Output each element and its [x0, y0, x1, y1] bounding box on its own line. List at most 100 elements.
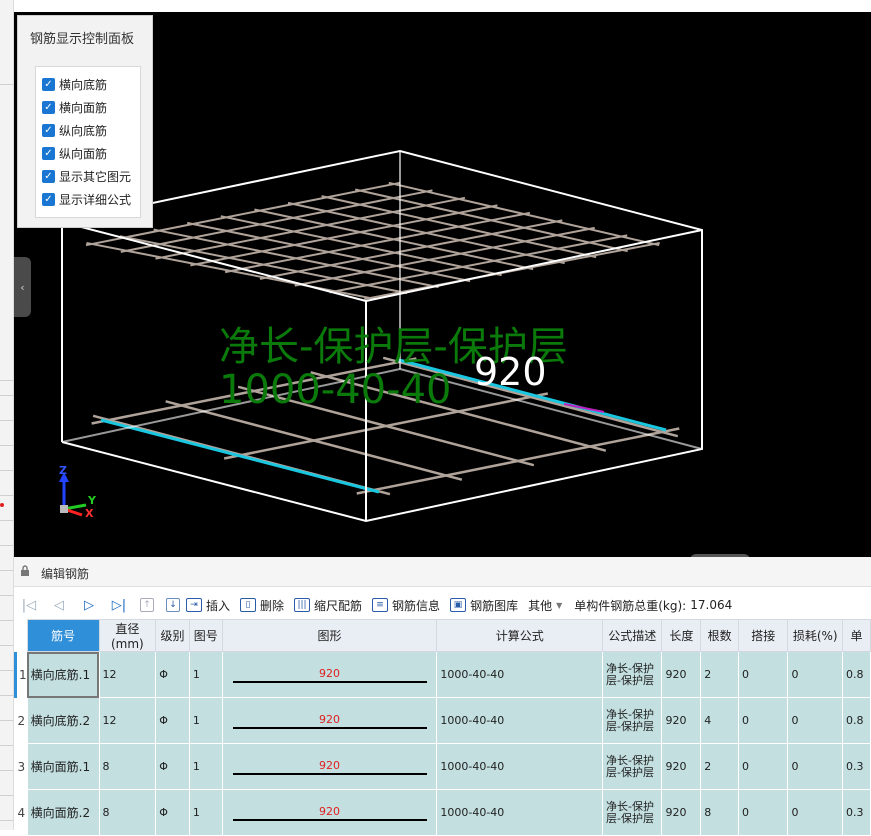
column-header[interactable]: 图号: [188, 619, 223, 652]
loss-cell[interactable]: 0: [787, 651, 843, 698]
loss-cell[interactable]: 0: [787, 789, 843, 836]
diameter-cell[interactable]: 8: [98, 743, 157, 790]
column-header[interactable]: 筋号: [26, 619, 100, 652]
formula-cell[interactable]: 1000-40-40: [436, 789, 604, 836]
column-header[interactable]: 单: [842, 619, 871, 652]
move-down-icon[interactable]: ↓: [166, 598, 180, 612]
last-record-icon[interactable]: ▷|: [104, 598, 134, 613]
formula-cell[interactable]: 1000-40-40: [436, 697, 604, 744]
checkbox-checked-icon[interactable]: ✓: [42, 123, 55, 137]
column-header[interactable]: 搭接: [737, 619, 789, 652]
option-show-detailed-formula[interactable]: ✓ 显示详细公式: [42, 191, 131, 207]
axis-z-label: Z: [59, 464, 67, 477]
column-header[interactable]: 根数: [700, 619, 739, 652]
collapse-panel-button[interactable]: ‹: [14, 257, 31, 317]
count-cell[interactable]: 2: [700, 651, 739, 698]
unit-cell[interactable]: 0.8: [842, 697, 871, 744]
loss-cell[interactable]: 0: [787, 743, 843, 790]
shape-cell[interactable]: 920: [221, 651, 438, 698]
column-header[interactable]: 图形: [221, 619, 438, 652]
axis-gizmo: [59, 472, 87, 517]
fig-cell[interactable]: 1: [188, 789, 223, 836]
rebar-info-button[interactable]: ≡ 钢筋信息: [372, 597, 440, 614]
name-cell[interactable]: 横向底筋.2: [26, 697, 100, 744]
lap-cell[interactable]: 0: [737, 651, 789, 698]
row-number[interactable]: 3: [15, 743, 28, 790]
fig-cell[interactable]: 1: [188, 743, 223, 790]
column-header[interactable]: 长度: [661, 619, 702, 652]
3d-viewport[interactable]: Z Y X 净长-保护层-保护层 1000-40-40 920 ‹ 钢筋显示控制…: [14, 12, 871, 557]
diameter-cell[interactable]: 12: [98, 697, 157, 744]
scale-rebar-button[interactable]: ||| 缩尺配筋: [294, 597, 362, 614]
length-cell[interactable]: 920: [661, 697, 702, 744]
column-header[interactable]: 直径(mm): [98, 619, 157, 652]
desc-cell[interactable]: 净长-保护层-保护层: [602, 743, 663, 790]
formula-cell[interactable]: 1000-40-40: [436, 743, 604, 790]
unit-cell[interactable]: 0.3: [842, 789, 871, 836]
name-cell[interactable]: 横向面筋.1: [26, 743, 100, 790]
unit-cell[interactable]: 0.8: [842, 651, 871, 698]
move-up-icon[interactable]: ↑: [140, 598, 154, 612]
fig-cell[interactable]: 1: [188, 651, 223, 698]
other-dropdown[interactable]: 其他 ▼: [528, 597, 562, 614]
option-horizontal-bottom-rebar[interactable]: ✓ 横向底筋: [42, 76, 107, 92]
rebar-library-button[interactable]: ▣ 钢筋图库: [450, 597, 518, 614]
table-row[interactable]: 3 横向面筋.1 8 Φ 1 920 1000-40-40 净长-保护层-保护层 920 2 0 0 0…: [15, 743, 871, 790]
diameter-cell[interactable]: 12: [98, 651, 157, 698]
highlight-rebar-front[interactable]: [100, 418, 380, 494]
table-row[interactable]: 1 横向底筋.1 12 Φ 1 920 1000-40-40 净长-保护层-保护层 920 2 0 0…: [14, 651, 871, 698]
lock-icon[interactable]: [20, 565, 30, 577]
first-record-icon[interactable]: |◁: [14, 598, 44, 613]
grade-cell[interactable]: Φ: [155, 697, 190, 744]
grade-cell[interactable]: Φ: [155, 651, 190, 698]
option-vertical-bottom-rebar[interactable]: ✓ 纵向底筋: [42, 122, 107, 138]
lap-cell[interactable]: 0: [737, 743, 789, 790]
checkbox-checked-icon[interactable]: ✓: [42, 169, 55, 183]
grade-cell[interactable]: Φ: [155, 743, 190, 790]
desc-cell[interactable]: 净长-保护层-保护层: [602, 789, 663, 836]
length-cell[interactable]: 920: [661, 789, 702, 836]
count-cell[interactable]: 2: [700, 743, 739, 790]
fig-cell[interactable]: 1: [188, 697, 223, 744]
checkbox-checked-icon[interactable]: ✓: [42, 192, 55, 206]
desc-cell[interactable]: 净长-保护层-保护层: [602, 697, 663, 744]
table-row[interactable]: 4 横向面筋.2 8 Φ 1 920 1000-40-40 净长-保护层-保护层 920 8 0 0 0…: [15, 789, 871, 836]
diameter-cell[interactable]: 8: [98, 789, 157, 836]
row-number[interactable]: 4: [15, 789, 28, 836]
table-row[interactable]: 2 横向底筋.2 12 Φ 1 920 1000-40-40 净长-保护层-保护层 920 4 0 0…: [15, 697, 871, 744]
row-number[interactable]: 2: [15, 697, 28, 744]
shape-length-label: 920: [319, 804, 340, 818]
length-cell[interactable]: 920: [661, 743, 702, 790]
desc-cell[interactable]: 净长-保护层-保护层: [602, 651, 663, 698]
next-record-icon[interactable]: ▷: [74, 598, 104, 613]
count-cell[interactable]: 8: [700, 789, 739, 836]
rebar-bar[interactable]: [356, 427, 680, 495]
lap-cell[interactable]: 0: [737, 789, 789, 836]
shape-cell[interactable]: 920: [221, 743, 438, 790]
name-cell[interactable]: 横向面筋.2: [26, 789, 100, 836]
row-number[interactable]: 1: [14, 651, 28, 698]
option-show-other-elements[interactable]: ✓ 显示其它图元: [42, 168, 131, 184]
insert-button[interactable]: ⇥ 插入: [186, 597, 230, 614]
count-cell[interactable]: 4: [700, 697, 739, 744]
loss-cell[interactable]: 0: [787, 697, 843, 744]
column-header[interactable]: 计算公式: [436, 619, 604, 652]
checkbox-checked-icon[interactable]: ✓: [42, 100, 55, 114]
delete-button[interactable]: ▯ 删除: [240, 597, 284, 614]
grade-cell[interactable]: Φ: [155, 789, 190, 836]
column-header[interactable]: 公式描述: [602, 619, 663, 652]
option-vertical-top-rebar[interactable]: ✓ 纵向面筋: [42, 145, 107, 161]
shape-cell[interactable]: 920: [221, 789, 438, 836]
option-horizontal-top-rebar[interactable]: ✓ 横向面筋: [42, 99, 107, 115]
column-header[interactable]: 损耗(%): [787, 619, 843, 652]
unit-cell[interactable]: 0.3: [842, 743, 871, 790]
shape-cell[interactable]: 920: [221, 697, 438, 744]
length-cell[interactable]: 920: [661, 651, 702, 698]
column-header[interactable]: 级别: [155, 619, 190, 652]
checkbox-checked-icon[interactable]: ✓: [42, 146, 55, 160]
checkbox-checked-icon[interactable]: ✓: [42, 77, 55, 91]
formula-cell[interactable]: 1000-40-40: [436, 651, 604, 698]
previous-record-icon[interactable]: ◁: [44, 598, 74, 613]
lap-cell[interactable]: 0: [737, 697, 789, 744]
name-cell[interactable]: 横向底筋.1: [26, 651, 100, 698]
